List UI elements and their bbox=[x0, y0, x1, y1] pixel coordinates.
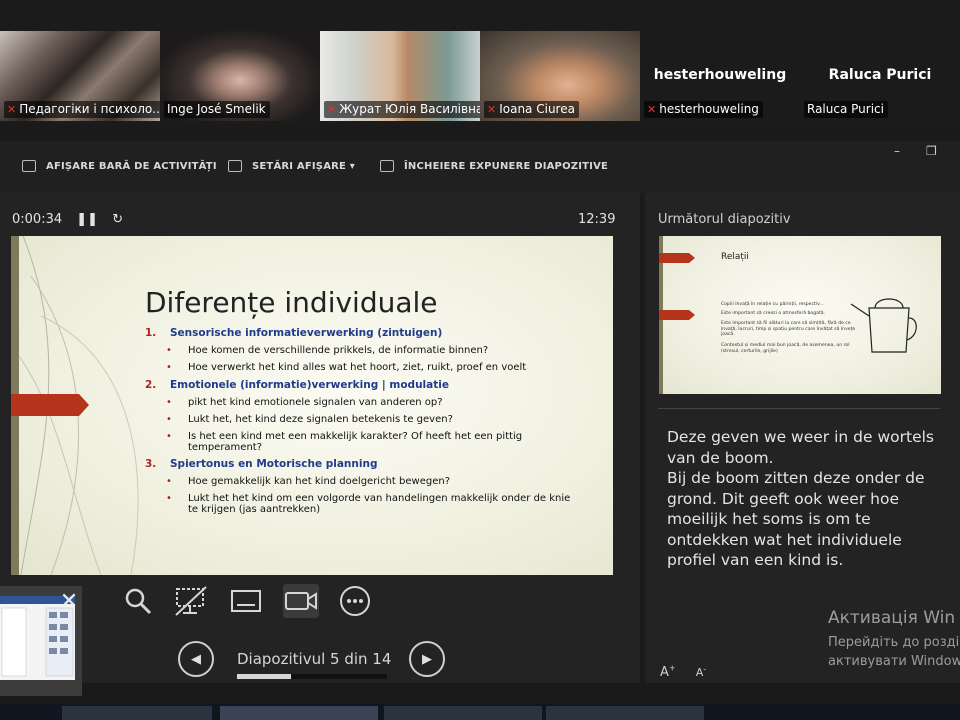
participant-name-label: ✕ hesterhouweling bbox=[644, 101, 763, 118]
participant-name-label: ✕ Журат Юлія Василівна bbox=[324, 101, 480, 118]
restore-icon[interactable]: ❐ bbox=[926, 144, 937, 158]
elapsed-timer: 0:00:34 ❚❚ ↻ bbox=[12, 212, 123, 227]
participant-name-label: Inge José Smelik bbox=[164, 101, 270, 118]
participant-tile[interactable]: ✕ Ioana Ciurea bbox=[480, 31, 640, 121]
participant-tile[interactable]: ✕ Педагогіки і психоло... bbox=[0, 31, 160, 121]
participant-tile[interactable]: ✕ Журат Юлія Василівна bbox=[320, 31, 480, 121]
show-taskbar-label: AFIȘARE BARĂ DE ACTIVITĂȚI bbox=[46, 160, 217, 172]
minimize-icon[interactable]: – bbox=[894, 144, 900, 158]
zoom-magnifier-icon[interactable] bbox=[120, 584, 156, 618]
watering-can-icon bbox=[850, 298, 917, 353]
slide-section-heading: 3. Spiertonus en Motorische planning bbox=[145, 458, 378, 470]
slide-bullet: • pikt het kind emotionele signalen van a… bbox=[166, 397, 443, 408]
participant-strip: ✕ Педагогіки і психоло... Inge José Smel… bbox=[0, 0, 960, 125]
previous-slide-button[interactable]: ◀ bbox=[178, 641, 214, 677]
slide-bullet: • Lukt het, het kind deze signalen beteke… bbox=[166, 414, 453, 425]
slide-bullet: • Lukt het het kind om een volgorde van h… bbox=[166, 493, 571, 515]
display-settings-label: SETĂRI AFIȘARE ▾ bbox=[252, 160, 355, 172]
activation-line: активувати Window bbox=[828, 654, 960, 669]
participant-tile[interactable]: Raluca Purici Raluca Purici bbox=[800, 31, 960, 121]
slide-progress-fill bbox=[237, 674, 291, 679]
mic-muted-icon: ✕ bbox=[327, 103, 337, 116]
participant-name-label: ✕ Ioana Ciurea bbox=[484, 101, 579, 118]
next-slide-label: Următorul diapozitiv bbox=[658, 212, 791, 227]
activation-line: Перейдіть до розді bbox=[828, 635, 960, 650]
participant-name: Журат Юлія Василівна bbox=[339, 102, 480, 116]
participant-name-label: Raluca Purici bbox=[804, 101, 888, 118]
participant-name: Raluca Purici bbox=[807, 102, 884, 116]
participant-name: Ioana Ciurea bbox=[499, 102, 575, 116]
reset-timer-icon[interactable]: ↻ bbox=[112, 212, 123, 227]
participant-tile-active-speaker[interactable]: Inge José Smelik bbox=[160, 31, 320, 121]
pane-divider bbox=[658, 408, 940, 409]
participant-tile[interactable]: hesterhouweling ✕ hesterhouweling bbox=[640, 31, 800, 121]
next-slide-bullet: Contextul și mediul mai bun joacă, de as… bbox=[721, 343, 850, 354]
taskbar-icon bbox=[22, 160, 36, 172]
taskbar-app[interactable] bbox=[546, 706, 704, 720]
subtitles-icon[interactable] bbox=[228, 584, 264, 618]
activation-title: Активація Win bbox=[828, 608, 956, 628]
next-slide-bullet: Copiii învață în relație cu părinții, re… bbox=[721, 302, 824, 307]
next-slide-title: Relații bbox=[721, 252, 749, 262]
display-settings-icon bbox=[228, 160, 242, 172]
participant-name: Педагогіки і психоло... bbox=[19, 102, 160, 116]
taskbar-app[interactable] bbox=[220, 706, 378, 720]
current-slide[interactable]: Diferențe individuale 1. Sensorische info… bbox=[11, 236, 613, 575]
mic-muted-icon: ✕ bbox=[487, 103, 497, 116]
participant-display-name: hesterhouweling bbox=[653, 67, 787, 83]
slide-section-heading: 1. Sensorische informatieverwerking (zint… bbox=[145, 327, 443, 339]
mic-muted-icon: ✕ bbox=[647, 103, 657, 116]
participant-name: Inge José Smelik bbox=[167, 102, 266, 116]
close-icon[interactable]: ✕ bbox=[55, 588, 83, 614]
slide-bullet: • Hoe verwerkt het kind alles wat het hoo… bbox=[166, 362, 527, 373]
black-screen-icon[interactable] bbox=[173, 584, 209, 618]
end-slideshow-label: ÎNCHEIERE EXPUNERE DIAPOZITIVE bbox=[404, 160, 609, 172]
display-settings-button[interactable]: SETĂRI AFIȘARE ▾ bbox=[228, 160, 355, 172]
slide-counter[interactable]: Diapozitivul 5 din 14 bbox=[237, 650, 391, 668]
slide-progress-bar bbox=[237, 674, 387, 679]
slide-bullet: • Hoe gemakkelijk kan het kind doelgerich… bbox=[166, 476, 451, 487]
slide-arrow-shape bbox=[11, 394, 89, 416]
taskbar-app[interactable] bbox=[62, 706, 212, 720]
mic-muted-icon: ✕ bbox=[7, 103, 17, 116]
end-slideshow-icon bbox=[380, 160, 394, 172]
taskbar-app[interactable] bbox=[384, 706, 542, 720]
windows-activation-watermark: Активація Win Перейдіть до розді активув… bbox=[828, 608, 960, 671]
camera-toggle-icon[interactable] bbox=[283, 584, 319, 618]
participant-display-name: Raluca Purici bbox=[828, 67, 932, 83]
elapsed-time: 0:00:34 bbox=[12, 212, 63, 227]
decrease-font-icon[interactable]: A- bbox=[696, 665, 706, 680]
next-slide-preview[interactable]: Relații Copiii învață în relație cu pări… bbox=[659, 236, 941, 394]
show-taskbar-button[interactable]: AFIȘARE BARĂ DE ACTIVITĂȚI bbox=[22, 160, 217, 172]
slide-bullet: • Is het een kind met een makkelijk karak… bbox=[166, 431, 523, 453]
slide-section-heading: 2. Emotionele (informatie)verwerking | mo… bbox=[145, 379, 449, 391]
more-options-icon[interactable] bbox=[337, 584, 373, 618]
speaker-notes[interactable]: Deze geven we weer in de wortels van de … bbox=[667, 427, 937, 571]
current-time: 12:39 bbox=[578, 212, 616, 227]
notes-font-controls: A+ A- bbox=[660, 664, 706, 680]
pause-icon[interactable]: ❚❚ bbox=[76, 212, 98, 227]
slide-bullet: • Hoe komen de verschillende prikkels, de… bbox=[166, 345, 489, 356]
next-slide-bullet: Este important să creezi o atmosferă bog… bbox=[721, 311, 826, 316]
chevron-right-icon: ▶ bbox=[422, 651, 432, 667]
increase-font-icon[interactable]: A+ bbox=[660, 664, 676, 680]
next-slide-button[interactable]: ▶ bbox=[409, 641, 445, 677]
participant-name: hesterhouweling bbox=[659, 102, 759, 116]
end-slideshow-button[interactable]: ÎNCHEIERE EXPUNERE DIAPOZITIVE bbox=[380, 160, 608, 172]
slide-title: Diferențe individuale bbox=[145, 286, 438, 319]
chevron-left-icon: ◀ bbox=[191, 651, 201, 667]
next-slide-bullet: Este important să fii alături la care să… bbox=[721, 321, 856, 337]
participant-name-label: ✕ Педагогіки і психоло... bbox=[4, 101, 160, 118]
